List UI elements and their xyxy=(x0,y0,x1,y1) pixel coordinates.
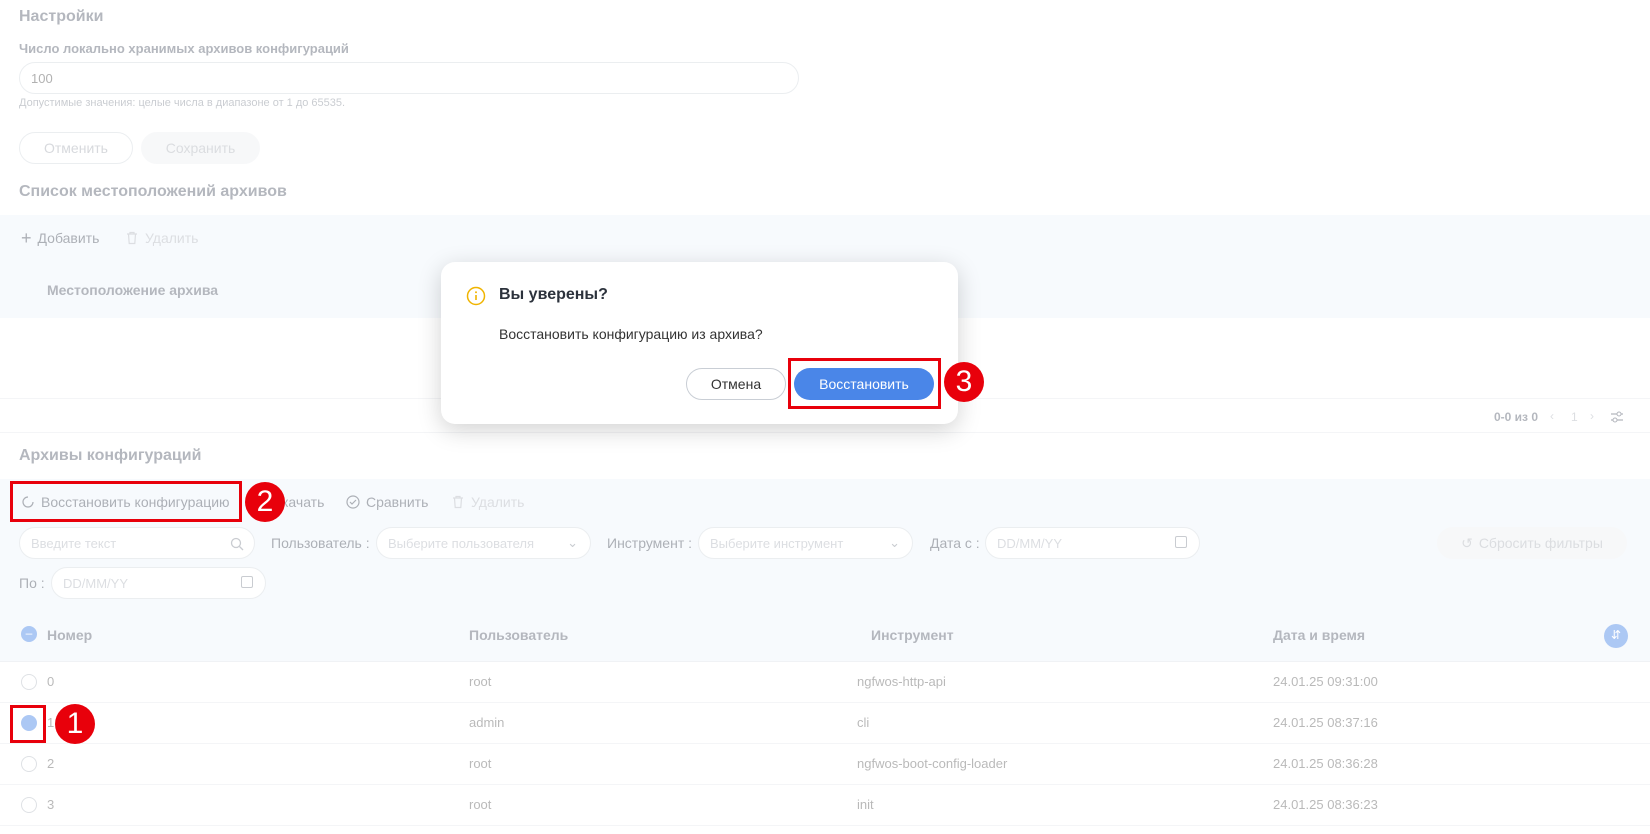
row-tool: ngfwos-http-api xyxy=(857,674,946,689)
row-user: root xyxy=(469,797,492,812)
archives-count-input[interactable]: 100 xyxy=(19,62,799,94)
filters-area: Введите текст Пользователь : Выберите по… xyxy=(0,525,1650,607)
row-date: 24.01.25 08:37:16 xyxy=(1273,715,1378,730)
delete-archive-label: Удалить xyxy=(471,494,525,510)
row-number: 2 xyxy=(47,756,55,771)
step-badge-1: 1 xyxy=(55,704,95,744)
row-date: 24.01.25 08:36:23 xyxy=(1273,797,1378,812)
trash-icon xyxy=(127,231,137,245)
delete-location-button[interactable]: Удалить xyxy=(125,215,198,261)
table-row[interactable]: 2 root ngfwos-boot-config-loader 24.01.2… xyxy=(0,744,1650,785)
date-to-placeholder: DD/MM/YY xyxy=(63,575,128,591)
trash-icon xyxy=(453,495,463,509)
row-date: 24.01.25 08:36:28 xyxy=(1273,756,1378,771)
reset-filters-button[interactable]: ↺ Сбросить фильтры xyxy=(1437,527,1627,559)
add-location-button[interactable]: + Добавить xyxy=(21,215,99,261)
chevron-down-icon: ⌄ xyxy=(889,535,900,550)
tool-filter-select[interactable]: Выберите инструмент ⌄ xyxy=(698,527,913,559)
reset-filters-label: Сбросить фильтры xyxy=(1478,535,1603,551)
select-all-checkbox[interactable]: – xyxy=(21,626,37,642)
date-from-label: Дата с : xyxy=(930,535,980,551)
date-to-input[interactable]: DD/MM/YY xyxy=(51,567,266,599)
date-from-placeholder: DD/MM/YY xyxy=(997,535,1062,551)
info-icon xyxy=(466,286,486,306)
dialog-title: Вы уверены? xyxy=(499,286,608,303)
delete-location-label: Удалить xyxy=(145,230,199,246)
table-row[interactable]: 3 root init 24.01.25 08:36:23 xyxy=(0,785,1650,826)
row-tool: ngfwos-boot-config-loader xyxy=(857,756,1008,771)
column-user: Пользователь xyxy=(469,627,569,643)
table-row[interactable]: 1 admin cli 24.01.25 08:37:16 xyxy=(0,703,1650,744)
check-circle-icon xyxy=(346,495,360,509)
row-user: root xyxy=(469,756,492,771)
row-tool: cli xyxy=(857,715,870,730)
column-number: Номер xyxy=(47,627,93,643)
column-date: Дата и время xyxy=(1273,627,1366,643)
step-badge-3: 3 xyxy=(944,362,984,402)
archives-count-value: 100 xyxy=(31,70,53,86)
pager-range: 0-0 из 0 xyxy=(1494,410,1539,424)
user-filter-select[interactable]: Выберите пользователя ⌄ xyxy=(376,527,591,559)
chevron-down-icon: ⌄ xyxy=(567,535,578,550)
highlight-box-restore xyxy=(10,481,242,522)
add-location-label: Добавить xyxy=(37,230,100,246)
user-filter-placeholder: Выберите пользователя xyxy=(388,535,535,551)
pager-prev-icon[interactable]: ‹ xyxy=(1550,409,1554,423)
date-from-input[interactable]: DD/MM/YY xyxy=(985,527,1200,559)
user-filter-label: Пользователь : xyxy=(271,535,370,551)
download-label: качать xyxy=(282,494,325,510)
pager-page[interactable]: 1 xyxy=(1571,410,1578,424)
dialog-cancel-button[interactable]: Отмена xyxy=(686,368,786,400)
row-checkbox[interactable] xyxy=(21,756,37,772)
calendar-icon xyxy=(1175,536,1187,548)
tool-filter-label: Инструмент : xyxy=(607,535,693,551)
step-badge-2: 2 xyxy=(245,482,285,522)
search-icon xyxy=(230,537,244,551)
row-number: 1 xyxy=(47,715,55,730)
settings-cancel-button[interactable]: Отменить xyxy=(19,132,133,164)
archives-table-header: – Номер Пользователь Инструмент Дата и в… xyxy=(0,607,1650,662)
row-user: root xyxy=(469,674,492,689)
row-number: 3 xyxy=(47,797,55,812)
table-settings-icon[interactable]: ⇵ xyxy=(1604,624,1628,648)
row-date: 24.01.25 09:31:00 xyxy=(1273,674,1378,689)
archives-title: Архивы конфигураций xyxy=(19,447,202,464)
pager-next-icon[interactable]: › xyxy=(1590,409,1594,423)
reset-icon: ↺ xyxy=(1461,534,1473,551)
locations-title: Список местоположений архивов xyxy=(19,183,287,200)
row-checkbox[interactable] xyxy=(21,797,37,813)
location-column-header: Местоположение архива xyxy=(47,282,219,298)
archives-count-label: Число локально хранимых архивов конфигур… xyxy=(19,41,349,56)
download-button[interactable]: качать xyxy=(282,479,324,525)
archives-count-hint: Допустимые значения: целые числа в диапа… xyxy=(19,97,346,109)
date-to-label: По : xyxy=(19,575,45,591)
row-number: 0 xyxy=(47,674,55,689)
compare-label: Сравнить xyxy=(366,494,429,510)
table-row[interactable]: 0 root ngfwos-http-api 24.01.25 09:31:00 xyxy=(0,662,1650,703)
dialog-message: Восстановить конфигурацию из архива? xyxy=(499,326,763,342)
column-settings-icon[interactable] xyxy=(1610,410,1624,424)
compare-button[interactable]: Сравнить xyxy=(346,479,428,525)
highlight-box-checkbox xyxy=(10,705,46,743)
row-tool: init xyxy=(857,797,874,812)
calendar-icon xyxy=(241,576,253,588)
column-tool: Инструмент xyxy=(871,627,954,643)
row-user: admin xyxy=(469,715,505,730)
highlight-box-confirm xyxy=(788,358,941,409)
row-checkbox[interactable] xyxy=(21,674,37,690)
search-placeholder: Введите текст xyxy=(31,535,117,551)
delete-archive-button[interactable]: Удалить xyxy=(451,479,524,525)
settings-save-button[interactable]: Сохранить xyxy=(141,132,260,164)
search-input[interactable]: Введите текст xyxy=(19,527,255,559)
settings-title: Настройки xyxy=(19,8,104,25)
tool-filter-placeholder: Выберите инструмент xyxy=(710,535,844,551)
locations-toolbar: + Добавить Удалить xyxy=(0,215,1650,261)
plus-icon: + xyxy=(21,227,32,248)
